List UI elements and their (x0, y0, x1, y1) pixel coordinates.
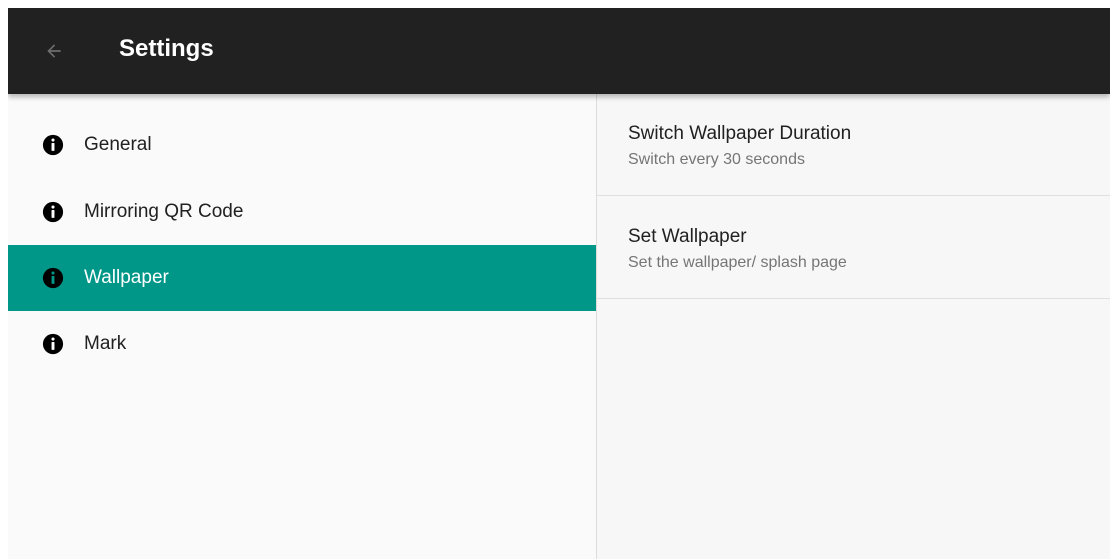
settings-category-list: General Mirroring QR Code Wallpaper Mark (8, 94, 596, 559)
preference-title: Set Wallpaper (628, 226, 747, 247)
preference-summary: Set the wallpaper/ splash page (628, 254, 847, 271)
sidebar-item-label: Wallpaper (84, 267, 169, 288)
sidebar-item-general[interactable]: General (8, 112, 596, 178)
info-icon (42, 333, 64, 355)
sidebar-item-label: General (84, 134, 152, 155)
sidebar-item-label: Mirroring QR Code (84, 201, 244, 222)
preference-summary: Switch every 30 seconds (628, 151, 805, 168)
sidebar-item-label: Mark (84, 333, 127, 354)
wallpaper-preferences: Switch Wallpaper Duration Switch every 3… (597, 94, 1110, 559)
back-button[interactable] (34, 31, 74, 71)
sidebar-item-wallpaper[interactable]: Wallpaper (8, 245, 596, 311)
settings-screen: Settings General Mirroring QR Code Wallp… (8, 8, 1110, 559)
switch-wallpaper-duration-item[interactable]: Switch Wallpaper Duration Switch every 3… (597, 94, 1110, 195)
preference-title: Switch Wallpaper Duration (628, 123, 852, 144)
info-icon (42, 267, 64, 289)
info-icon (42, 201, 64, 223)
divider (597, 298, 1110, 299)
info-icon (42, 134, 64, 156)
page-title: Settings (119, 35, 214, 62)
arrow-back-icon (47, 44, 61, 58)
sidebar-item-mark[interactable]: Mark (8, 311, 596, 377)
sidebar-item-mirroring-qr-code[interactable]: Mirroring QR Code (8, 179, 596, 245)
app-bar: Settings (8, 8, 1110, 94)
set-wallpaper-item[interactable]: Set Wallpaper Set the wallpaper/ splash … (597, 196, 1110, 297)
